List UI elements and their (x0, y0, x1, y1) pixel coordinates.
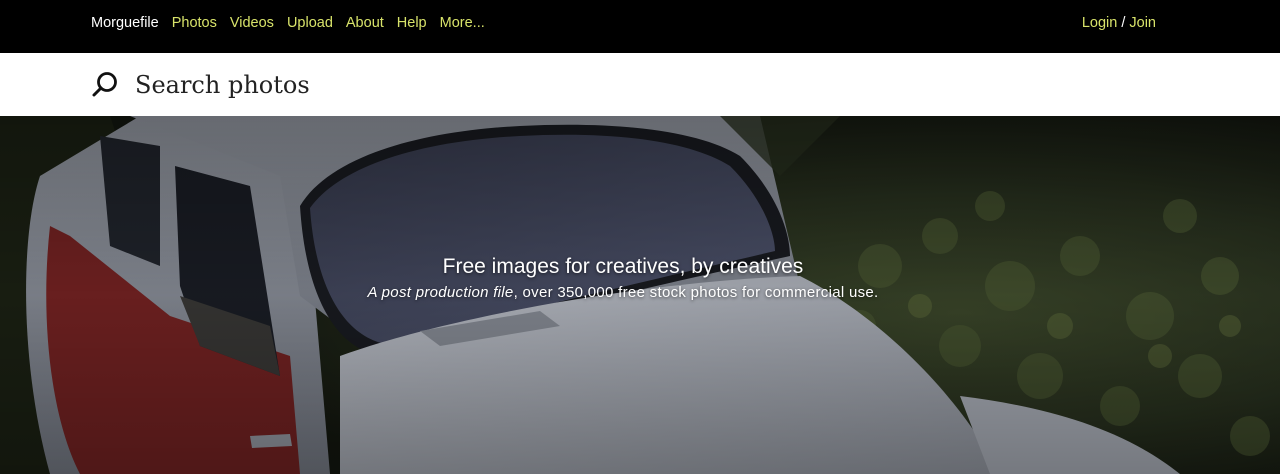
search-bar (0, 53, 1280, 116)
hero-title: Free images for creatives, by creatives (442, 255, 804, 278)
top-navigation-bar: Morguefile Photos Videos Upload About He… (0, 0, 1280, 53)
nav-link-videos[interactable]: Videos (230, 14, 274, 32)
hero-subtitle-text: , over 350,000 free stock photos for com… (513, 284, 879, 301)
auth-links: Login / Join (1082, 14, 1156, 32)
search-input[interactable] (135, 67, 735, 103)
search-icon[interactable] (91, 70, 119, 98)
hero-subtitle-emphasis: A post production file (367, 284, 514, 301)
hero-subtitle: A post production file, over 350,000 fre… (0, 282, 1246, 304)
login-link[interactable]: Login (1082, 15, 1117, 31)
hero-banner: Free images for creatives, by creatives … (0, 116, 1280, 474)
nav-link-about[interactable]: About (346, 14, 384, 32)
main-nav: Morguefile Photos Videos Upload About He… (91, 14, 485, 32)
nav-link-photos[interactable]: Photos (172, 14, 217, 32)
nav-link-more[interactable]: More... (440, 14, 485, 32)
nav-link-help[interactable]: Help (397, 14, 427, 32)
hero-text: Free images for creatives, by creatives … (0, 254, 1246, 304)
auth-separator: / (1121, 15, 1126, 31)
nav-link-upload[interactable]: Upload (287, 14, 333, 32)
join-link[interactable]: Join (1129, 15, 1156, 31)
brand-link[interactable]: Morguefile (91, 14, 159, 32)
